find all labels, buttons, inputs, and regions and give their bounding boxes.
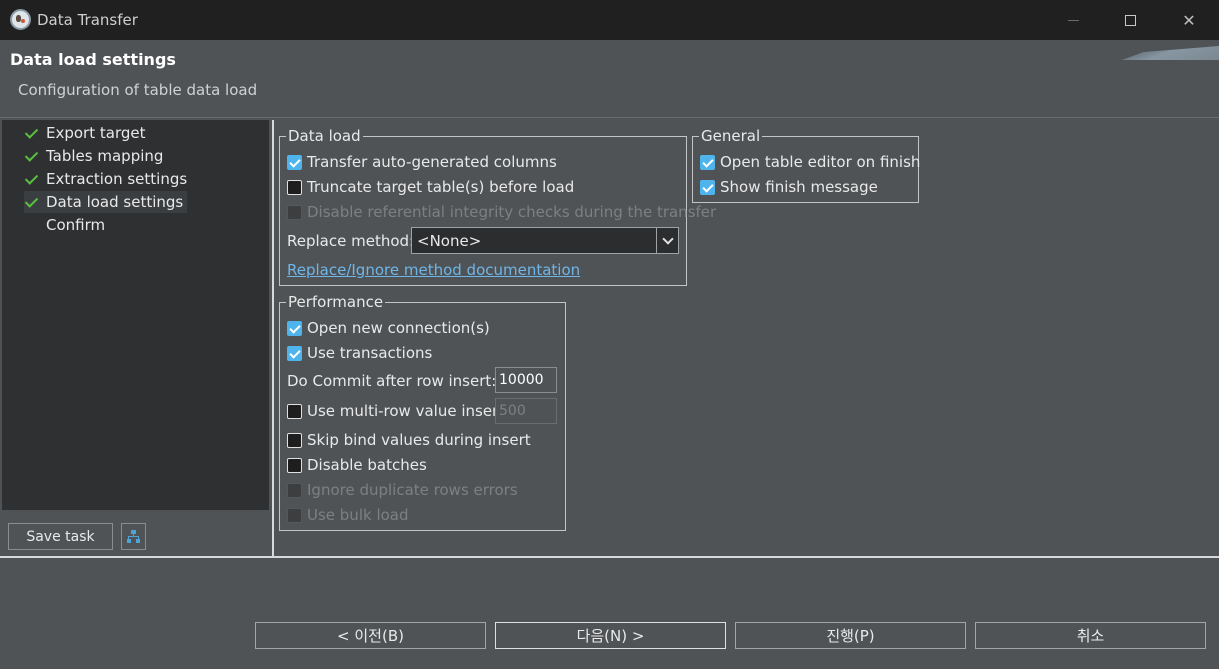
transfer-auto-generated-checkbox[interactable]: Transfer auto-generated columns	[287, 151, 557, 173]
next-button[interactable]: 다음(N) >	[495, 622, 726, 649]
footer-divider	[0, 556, 1219, 558]
header-divider	[0, 117, 1219, 118]
replace-method-doc-link[interactable]: Replace/Ignore method documentation	[287, 261, 580, 279]
hierarchy-icon	[127, 530, 140, 543]
nav-item-export-target[interactable]: Export target	[24, 122, 149, 144]
nav-item-tables-mapping[interactable]: Tables mapping	[24, 145, 167, 167]
replace-method-value: <None>	[417, 231, 482, 250]
checkbox-unchecked-icon[interactable]	[287, 179, 302, 195]
proceed-button[interactable]: 진행(P)	[735, 622, 966, 649]
disable-ref-integrity-checkbox: Disable referential integrity checks dur…	[287, 201, 716, 223]
multi-row-count-input: 500	[495, 398, 557, 424]
ignore-duplicates-checkbox: Ignore duplicate rows errors	[287, 479, 518, 501]
group-legend: Performance	[286, 293, 386, 311]
replace-method-label: Replace method:	[287, 232, 415, 250]
chevron-down-icon	[661, 232, 674, 245]
title-bar: Data Transfer ✕	[0, 0, 1219, 40]
disable-batches-checkbox[interactable]: Disable batches	[287, 454, 427, 476]
checkmark-icon	[24, 148, 40, 164]
app-logo-icon	[10, 9, 31, 30]
truncate-target-checkbox[interactable]: Truncate target table(s) before load	[287, 176, 574, 198]
checkmark-icon	[24, 194, 40, 210]
header-banner-graphic	[1079, 46, 1219, 60]
maximize-button[interactable]	[1101, 0, 1159, 40]
checkbox-checked-icon[interactable]	[700, 154, 715, 170]
nav-item-label: Export target	[46, 124, 146, 142]
nav-item-label: Confirm	[46, 216, 106, 234]
commit-row-count-input[interactable]: 10000	[495, 367, 557, 393]
nav-item-data-load-settings[interactable]: Data load settings	[24, 191, 188, 213]
wizard-step-list: Export target Tables mapping Extraction …	[2, 120, 269, 510]
use-transactions-checkbox[interactable]: Use transactions	[287, 342, 432, 364]
panel-divider	[272, 120, 274, 557]
checkbox-checked-icon[interactable]	[700, 179, 715, 195]
checkbox-unchecked-icon[interactable]	[287, 403, 302, 419]
commit-after-label: Do Commit after row insert:	[287, 372, 497, 390]
wizard-header: Data load settings Configuration of tabl…	[0, 40, 1219, 118]
checkbox-disabled-icon	[287, 482, 302, 498]
general-group: General Open table editor on finish Show…	[692, 127, 920, 203]
open-new-connection-checkbox[interactable]: Open new connection(s)	[287, 317, 490, 339]
checkbox-disabled-icon	[287, 507, 302, 523]
performance-group: Performance Open new connection(s) Use t…	[279, 293, 566, 531]
back-button[interactable]: < 이전(B)	[255, 622, 486, 649]
task-toolbar: Save task	[0, 510, 272, 556]
nav-item-extraction-settings[interactable]: Extraction settings	[24, 168, 191, 190]
checkmark-icon	[24, 171, 40, 187]
use-bulk-load-checkbox: Use bulk load	[287, 504, 409, 526]
minimize-icon	[1067, 19, 1079, 21]
close-button[interactable]: ✕	[1160, 0, 1218, 40]
show-finish-checkbox[interactable]: Show finish message	[700, 176, 878, 198]
open-editor-checkbox[interactable]: Open table editor on finish	[700, 151, 920, 173]
checkbox-unchecked-icon[interactable]	[287, 457, 302, 473]
group-legend: General	[699, 127, 763, 145]
replace-method-select[interactable]: <None>	[411, 227, 679, 254]
minimize-button[interactable]	[1044, 0, 1102, 40]
group-legend: Data load	[286, 127, 363, 145]
window-title: Data Transfer	[37, 11, 138, 29]
nav-item-label: Extraction settings	[46, 170, 188, 188]
dropdown-button[interactable]	[656, 228, 678, 253]
checkbox-checked-icon[interactable]	[287, 320, 302, 336]
skip-bind-values-checkbox[interactable]: Skip bind values during insert	[287, 429, 531, 451]
data-load-group: Data load Transfer auto-generated column…	[279, 127, 716, 286]
checkbox-disabled-icon	[287, 204, 302, 220]
save-task-button[interactable]: Save task	[8, 523, 113, 550]
close-icon: ✕	[1182, 10, 1196, 30]
page-subtitle: Configuration of table data load	[18, 81, 258, 99]
checkmark-icon	[24, 125, 40, 141]
nav-item-confirm[interactable]: Confirm	[24, 214, 109, 236]
maximize-icon	[1124, 14, 1136, 26]
cancel-button[interactable]: 취소	[975, 622, 1206, 649]
checkbox-checked-icon[interactable]	[287, 345, 302, 361]
multi-row-insert-checkbox[interactable]: Use multi-row value insert	[287, 400, 504, 422]
nav-item-label: Tables mapping	[46, 147, 164, 165]
checkbox-unchecked-icon[interactable]	[287, 432, 302, 448]
task-tree-button[interactable]	[121, 523, 146, 550]
checkbox-checked-icon[interactable]	[287, 154, 302, 170]
nav-item-label: Data load settings	[46, 193, 184, 211]
page-title: Data load settings	[10, 50, 176, 69]
